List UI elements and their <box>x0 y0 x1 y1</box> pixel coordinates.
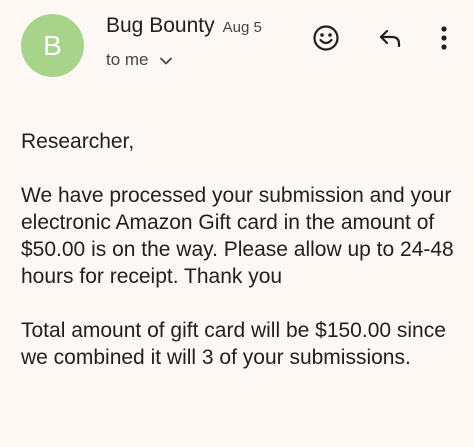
more-options-button[interactable] <box>426 22 462 58</box>
sender-name[interactable]: Bug Bounty <box>106 14 215 38</box>
email-body: Researcher, We have processed your submi… <box>21 128 461 398</box>
more-vert-icon <box>440 25 448 56</box>
sender-avatar[interactable]: B <box>21 14 84 77</box>
email-paragraph-1: We have processed your submission and yo… <box>21 184 454 288</box>
recipient-details-toggle[interactable]: to me <box>106 50 173 70</box>
email-greeting: Researcher, <box>21 130 135 153</box>
email-paragraph-2: Total amount of gift card will be $150.0… <box>21 319 446 369</box>
reply-icon <box>376 24 404 57</box>
chevron-down-icon <box>159 53 173 67</box>
reply-button[interactable] <box>372 22 408 58</box>
emoji-reaction-icon <box>312 24 340 57</box>
recipient-label: to me <box>106 50 149 69</box>
avatar-initial: B <box>43 29 62 61</box>
message-date: Aug 5 <box>222 19 262 36</box>
email-header: B Bug Bounty Aug 5 to me <box>0 0 474 90</box>
sender-info: Bug Bounty Aug 5 <box>106 14 262 38</box>
add-reaction-button[interactable] <box>308 22 344 58</box>
